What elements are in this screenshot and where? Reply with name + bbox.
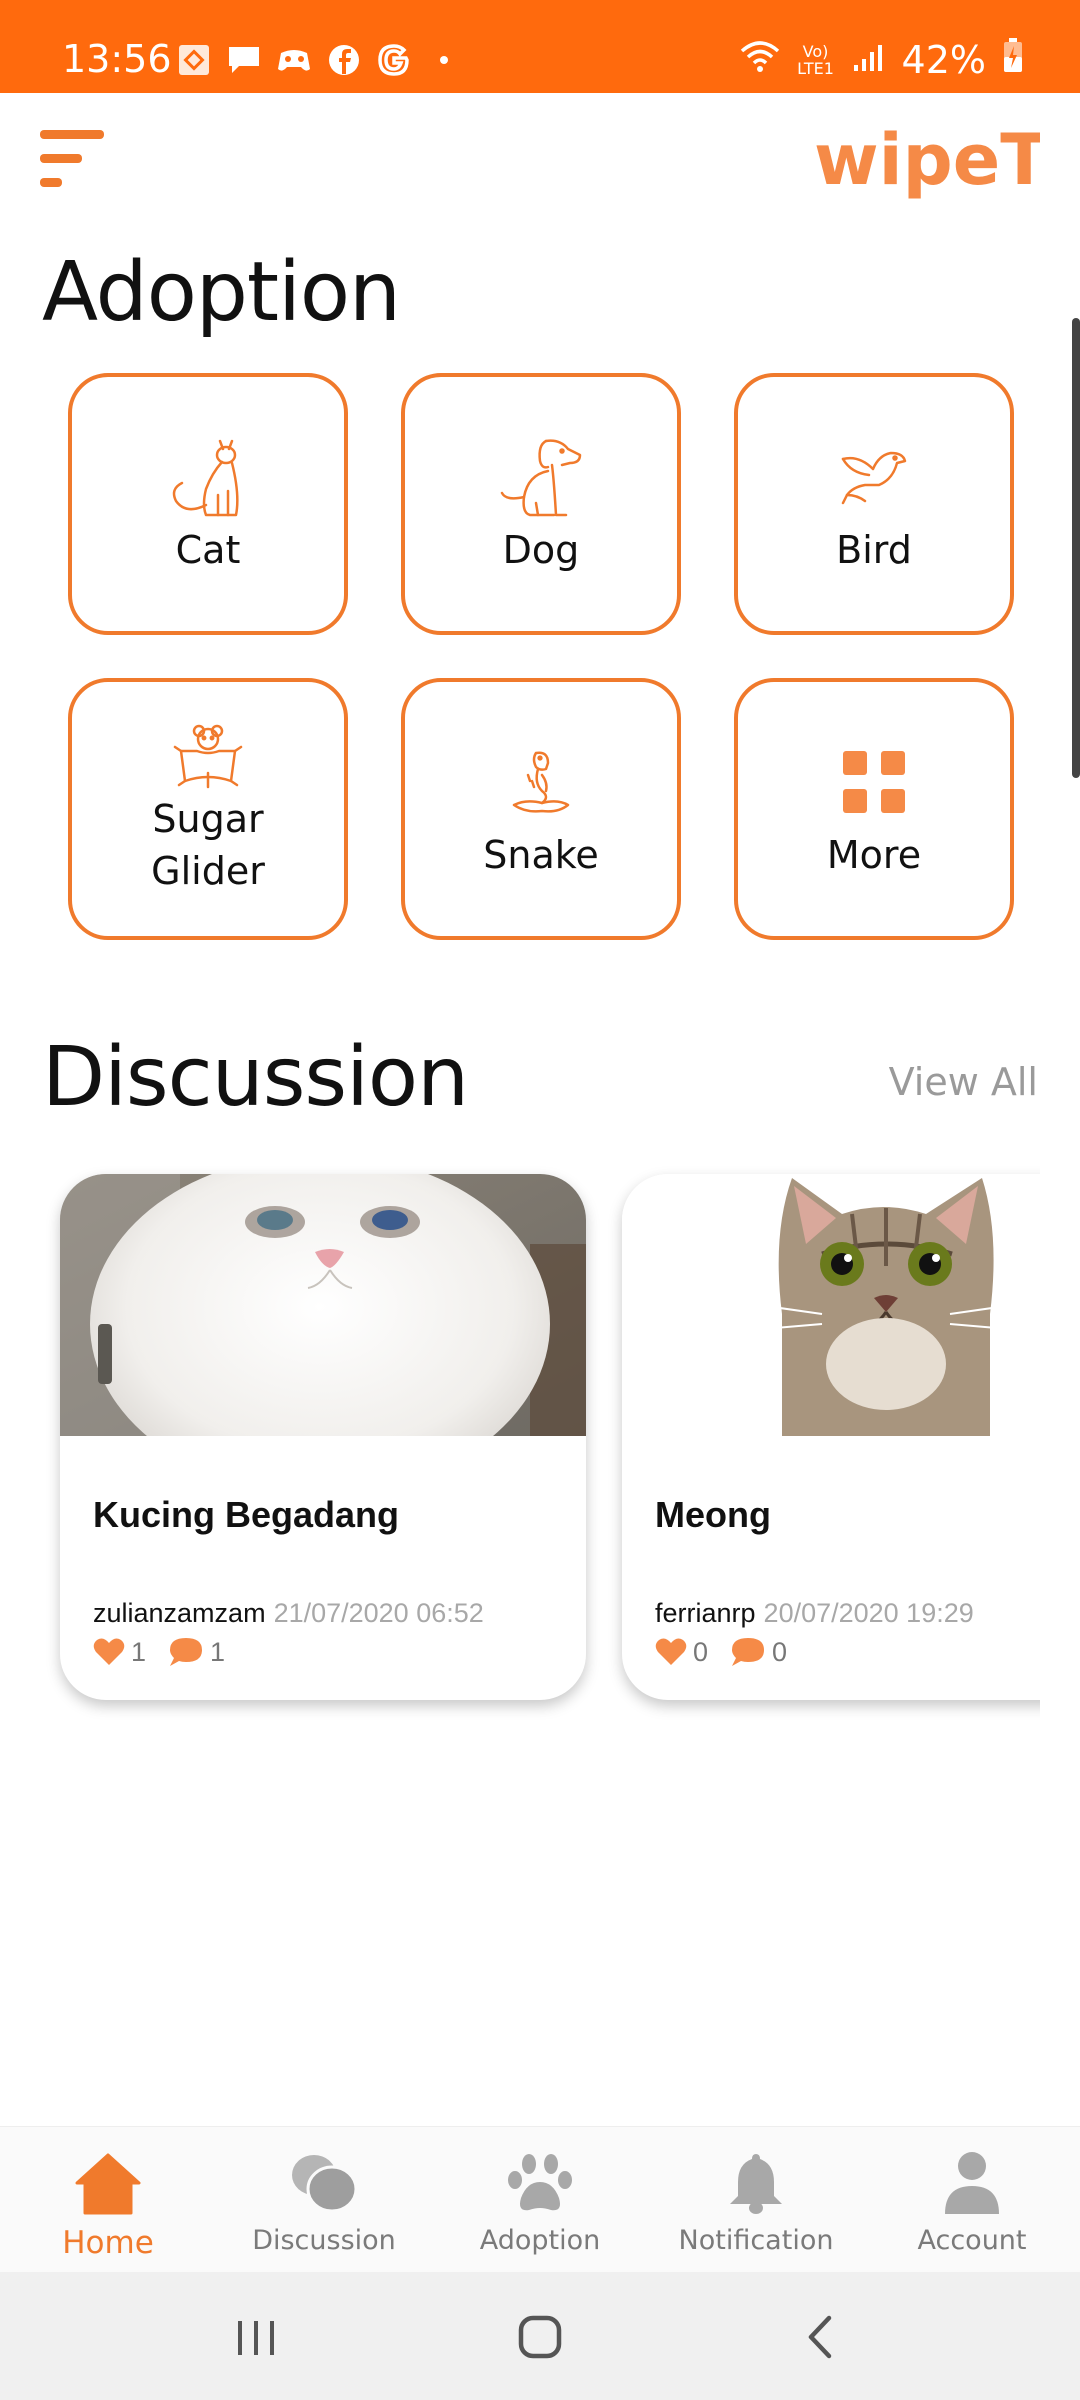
nav-label: Account: [917, 2225, 1027, 2256]
post-photo: [60, 1174, 586, 1436]
category-more[interactable]: More: [734, 678, 1014, 940]
system-nav-bar: [0, 2272, 1080, 2400]
status-right: Vo) LTE1 42%: [740, 37, 1024, 82]
google-icon: [376, 42, 412, 78]
message-icon: [226, 42, 262, 78]
category-snake[interactable]: Snake: [401, 678, 681, 940]
comment-count: 0: [772, 1636, 788, 1667]
nav-home[interactable]: Home: [0, 2127, 216, 2273]
facebook-icon: [326, 42, 362, 78]
category-cat[interactable]: Cat: [68, 373, 348, 635]
dog-icon: [496, 432, 586, 522]
nav-label: Adoption: [479, 2225, 601, 2256]
nav-label: Home: [62, 2225, 154, 2261]
scroll-indicator: [1072, 318, 1080, 778]
bell-icon: [720, 2147, 792, 2219]
nav-notification[interactable]: Notification: [648, 2127, 864, 2273]
snake-icon: [496, 737, 586, 827]
category-bird[interactable]: Bird: [734, 373, 1014, 635]
comment-stat[interactable]: 1: [168, 1636, 225, 1668]
category-dog[interactable]: Dog: [401, 373, 681, 635]
recent-apps-button[interactable]: [216, 2302, 296, 2372]
paw-icon: [504, 2147, 576, 2219]
post-author: zulianzamzam: [93, 1598, 266, 1628]
post-meta: zulianzamzam 21/07/2020 06:52: [93, 1598, 484, 1629]
back-button[interactable]: [780, 2302, 860, 2372]
post-date: 20/07/2020 19:29: [763, 1598, 974, 1628]
post-title: Meong: [655, 1494, 771, 1535]
signal-icon: [852, 38, 886, 82]
battery-icon: [1002, 37, 1024, 82]
menu-icon: [40, 130, 104, 187]
sugar-glider-icon: [163, 721, 253, 791]
comment-icon: [170, 1638, 203, 1666]
person-icon: [936, 2147, 1008, 2219]
post-stats: 0 0: [655, 1636, 809, 1668]
dot-icon: [426, 42, 462, 78]
home-circle-icon: [518, 2315, 562, 2359]
like-count: 0: [693, 1636, 709, 1667]
back-icon: [808, 2315, 832, 2359]
bottom-nav: Home Discussion Adoption Notification Ac…: [0, 2126, 1080, 2272]
nav-account[interactable]: Account: [864, 2127, 1080, 2273]
view-all-link[interactable]: View All: [889, 1060, 1038, 1104]
discussion-title: Discussion: [42, 1030, 469, 1125]
post-author: ferrianrp: [655, 1598, 756, 1628]
category-sugar-glider[interactable]: Sugar Glider: [68, 678, 348, 940]
like-count: 1: [131, 1636, 147, 1667]
category-label: Dog: [502, 528, 580, 572]
grid-icon: [829, 737, 919, 827]
discussion-card[interactable]: Kucing Begadang zulianzamzam 21/07/2020 0…: [60, 1174, 586, 1700]
nav-label: Discussion: [252, 2225, 396, 2256]
wipet-logo: wipeT: [810, 119, 1048, 202]
notification-icons: [176, 42, 462, 78]
category-label: More: [826, 833, 922, 877]
post-photo: [622, 1174, 1040, 1436]
status-bar: 13:56 Vo) LTE1 42%: [0, 0, 1080, 93]
wifi-icon: [740, 38, 780, 82]
comment-stat[interactable]: 0: [730, 1636, 787, 1668]
category-label: Cat: [175, 528, 241, 572]
nav-adoption[interactable]: Adoption: [432, 2127, 648, 2273]
like-stat[interactable]: 0: [655, 1637, 708, 1668]
nav-label: Notification: [678, 2225, 834, 2256]
post-date: 21/07/2020 06:52: [273, 1598, 484, 1628]
menu-button[interactable]: [40, 128, 106, 194]
home-system-button[interactable]: [500, 2302, 580, 2372]
comment-icon: [732, 1638, 765, 1666]
adoption-title: Adoption: [42, 245, 401, 340]
category-label: Bird: [836, 528, 912, 572]
heart-icon: [655, 1638, 687, 1665]
home-icon: [72, 2147, 144, 2219]
post-meta: ferrianrp 20/07/2020 19:29: [655, 1598, 974, 1629]
discussion-carousel[interactable]: Kucing Begadang zulianzamzam 21/07/2020 0…: [40, 1160, 1040, 1720]
app-notification-icon: [176, 42, 212, 78]
chat-bubbles-icon: [288, 2147, 360, 2219]
post-title: Kucing Begadang: [93, 1494, 400, 1535]
nav-discussion[interactable]: Discussion: [216, 2127, 432, 2273]
status-time: 13:56: [62, 37, 172, 81]
heart-icon: [93, 1638, 125, 1665]
game-icon: [276, 42, 312, 78]
post-stats: 1 1: [93, 1636, 247, 1668]
comment-count: 1: [210, 1636, 226, 1667]
like-stat[interactable]: 1: [93, 1637, 146, 1668]
category-label: Sugar Glider: [151, 797, 265, 893]
network-label: Vo) LTE1: [797, 41, 834, 78]
recent-apps-icon: [238, 2321, 274, 2355]
cat-icon: [163, 432, 253, 522]
logo-text: wipeT: [814, 122, 1040, 201]
category-label: Snake: [483, 833, 599, 877]
battery-percent: 42%: [901, 37, 986, 82]
discussion-card[interactable]: Meong ferrianrp 20/07/2020 19:29 0 0: [622, 1174, 1040, 1700]
bird-icon: [829, 432, 919, 522]
